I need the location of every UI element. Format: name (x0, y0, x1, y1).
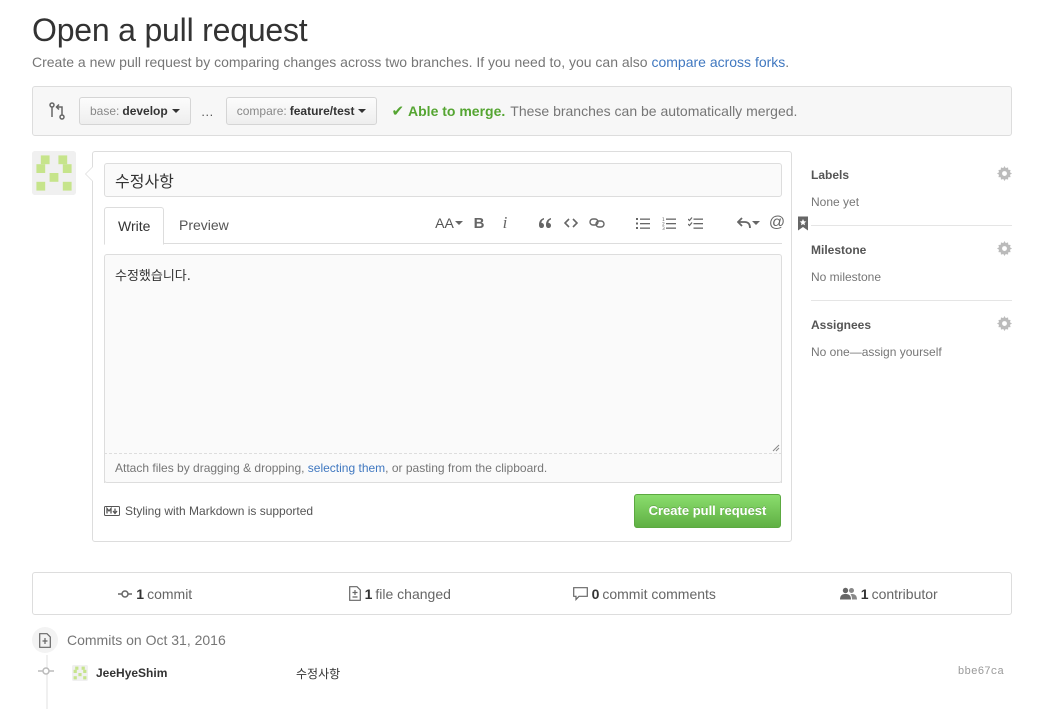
attach-files-bar[interactable]: Attach files by dragging & dropping, sel… (104, 444, 782, 483)
assign-yourself-link[interactable]: No one—assign yourself (811, 345, 1012, 359)
identicon-icon (72, 665, 88, 681)
user-avatar[interactable] (32, 151, 76, 195)
gear-icon[interactable] (997, 241, 1012, 256)
compare-branches-icon (49, 102, 65, 120)
merge-status: ✔ Able to merge. These branches can be a… (391, 103, 798, 120)
compare-across-forks-link[interactable]: compare across forks (651, 54, 785, 70)
sidebar-milestone: Milestone No milestone (811, 226, 1012, 301)
pr-summary-bar: 1 commit 1 file changed 0 commit comments 1… (32, 572, 1012, 615)
commit-row: JeeHyeShim 수정사항 bbe67ca (32, 662, 1012, 684)
tab-files-changed[interactable]: 1 file changed (278, 573, 523, 614)
svg-text:3: 3 (662, 226, 665, 230)
unordered-list-icon[interactable] (634, 214, 652, 232)
markdown-note[interactable]: Styling with Markdown is supported (104, 504, 313, 518)
commit-group-icon (32, 627, 58, 653)
code-icon[interactable] (562, 214, 580, 232)
comment-icon (572, 586, 588, 601)
italic-icon[interactable]: i (496, 213, 514, 232)
markdown-toolbar: AA B i 123 @ (432, 210, 816, 236)
identicon-icon (32, 151, 76, 195)
selecting-them-link[interactable]: selecting them (308, 461, 385, 475)
resize-grip-icon[interactable] (772, 444, 780, 452)
create-pull-request-button[interactable]: Create pull request (634, 494, 781, 528)
commit-author-link[interactable]: JeeHyeShim (96, 666, 167, 680)
page-title: Open a pull request (32, 12, 308, 48)
pull-request-composer: Write Preview AA B i 123 @ (85, 151, 808, 542)
quote-icon[interactable] (536, 214, 554, 232)
tab-commits[interactable]: 1 commit (33, 573, 278, 614)
sidebar-assignees: Assignees No one—assign yourself (811, 301, 1012, 376)
task-list-icon[interactable] (686, 214, 704, 232)
pr-body-textarea[interactable]: 수정했습니다. (104, 254, 782, 483)
commit-sha-link[interactable]: bbe67ca (958, 666, 1004, 678)
branch-range-bar: base: develop … compare: feature/test ✔ … (32, 86, 1012, 136)
tab-write[interactable]: Write (104, 207, 165, 245)
caret-down-icon (171, 109, 180, 113)
gear-icon[interactable] (997, 316, 1012, 331)
mention-icon[interactable]: @ (768, 214, 786, 232)
base-branch-select[interactable]: base: develop (79, 97, 191, 125)
bold-icon[interactable]: B (470, 214, 488, 232)
commit-author-avatar[interactable] (72, 665, 88, 681)
markdown-icon (104, 506, 120, 516)
commit-node-icon (38, 667, 54, 675)
file-diff-icon (348, 586, 361, 601)
bookmark-icon[interactable] (794, 214, 812, 232)
gear-icon[interactable] (997, 166, 1012, 181)
discussion-sidebar: Labels None yet Milestone No milestone A… (811, 151, 1012, 376)
tab-contributors[interactable]: 1 contributor (767, 573, 1012, 614)
pr-title-input[interactable] (104, 163, 782, 197)
commit-icon (118, 589, 133, 598)
range-ellipsis: … (200, 103, 214, 119)
people-icon (839, 587, 857, 600)
page-subtitle: Create a new pull request by comparing c… (32, 54, 790, 70)
compare-branch-select[interactable]: compare: feature/test (225, 97, 378, 125)
commits-date-heading: Commits on Oct 31, 2016 (32, 627, 226, 653)
tab-commit-comments[interactable]: 0 commit comments (522, 573, 767, 614)
reply-icon[interactable] (736, 214, 760, 232)
tab-preview[interactable]: Preview (166, 207, 242, 244)
text-size-icon[interactable]: AA (435, 214, 463, 232)
check-icon: ✔ (391, 103, 405, 120)
ordered-list-icon[interactable]: 123 (660, 214, 678, 232)
link-icon[interactable] (588, 214, 606, 232)
sidebar-labels: Labels None yet (811, 151, 1012, 226)
caret-down-icon (358, 109, 367, 113)
commit-message-link[interactable]: 수정사항 (296, 665, 340, 682)
